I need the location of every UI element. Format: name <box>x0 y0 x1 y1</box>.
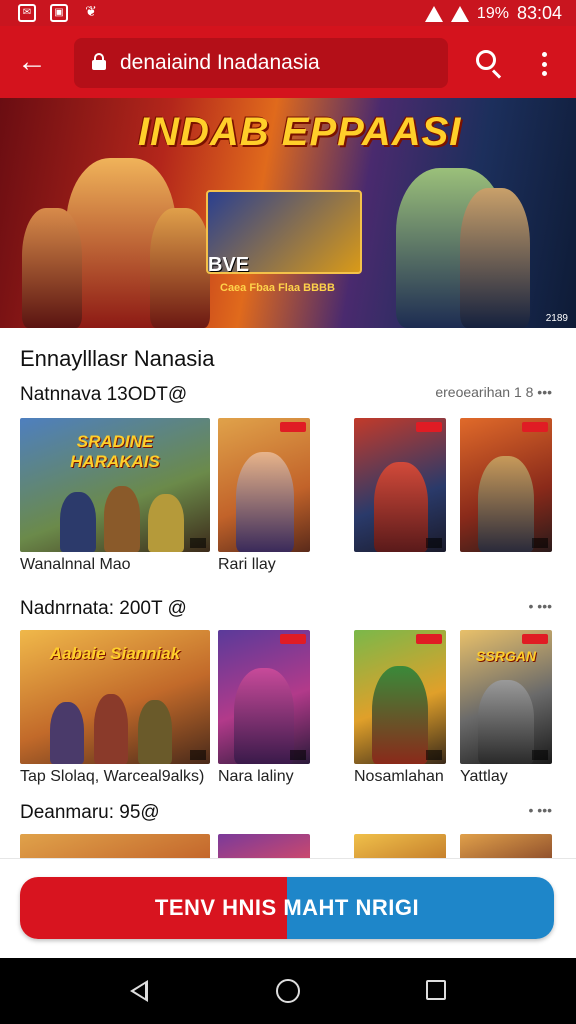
bottom-action-area: TENV HNIS MAHT NRIGI <box>0 858 576 958</box>
tile-badge <box>416 422 442 432</box>
banner-hero-right-2 <box>460 188 530 328</box>
tile-caption: Nosamlahan <box>354 768 444 785</box>
row-title: Deanmaru: 95@ <box>20 802 160 823</box>
game-tile[interactable] <box>460 418 552 552</box>
tile-logo: Aabaie Sianniak <box>49 644 181 663</box>
back-arrow-icon[interactable]: ← <box>16 46 48 78</box>
primary-cta-button[interactable]: TENV HNIS MAHT NRIGI <box>20 877 554 939</box>
battery-level: 19% <box>476 4 509 22</box>
notification-leaf-icon: ❦ <box>85 3 97 19</box>
row-title: Nadnrnata: 200T @ <box>20 598 187 619</box>
cta-label: TENV HNIS MAHT NRIGI <box>154 895 420 920</box>
overflow-menu-icon[interactable] <box>536 48 552 80</box>
tile-badge <box>522 634 548 644</box>
tile-figure <box>478 456 534 552</box>
banner-hero-left-2 <box>22 208 82 328</box>
tile-caption: Rari llay <box>218 556 276 573</box>
tile-figure <box>478 680 534 764</box>
tile-caption: Tap Slolaq, Warceal9alks) <box>20 768 205 785</box>
tile-figure <box>148 494 184 552</box>
url-text: denaiaind Inadanasia <box>120 51 320 74</box>
tile-figure <box>60 492 96 552</box>
signal-icon <box>450 5 469 22</box>
tile-badge <box>522 422 548 432</box>
tile-badge <box>280 422 306 432</box>
row-more-link[interactable]: • ••• <box>529 598 553 614</box>
game-tile[interactable] <box>218 630 310 764</box>
tile-stamp <box>426 750 442 760</box>
tile-stamp <box>426 538 442 548</box>
game-tile[interactable] <box>218 418 310 552</box>
tile-badge <box>416 634 442 644</box>
row-title: Natnnava 13ODT@ <box>20 384 188 405</box>
nav-recents-icon[interactable] <box>426 980 446 1000</box>
tile-stamp <box>290 750 306 760</box>
hero-banner[interactable]: INDAB EPPAASI BVE Caea Fbaa Flaa BBBB 21… <box>0 98 576 328</box>
notification-gallery-icon: ▣ <box>50 4 68 22</box>
tile-stamp <box>532 750 548 760</box>
tile-figure <box>236 452 294 552</box>
banner-caption: BVE <box>208 254 250 276</box>
status-bar: ✉ ▣ ❦ 19% 83:04 <box>0 0 576 26</box>
nav-back-icon[interactable] <box>130 980 148 1002</box>
tile-caption: Nara laliny <box>218 768 294 785</box>
notification-app-icon: ✉ <box>18 4 36 22</box>
tile-stamp <box>532 538 548 548</box>
banner-title: INDAB EPPAASI <box>138 110 462 154</box>
tile-stamp <box>190 750 206 760</box>
row-more-link[interactable]: ereoearihan 1 8 ••• <box>435 384 552 400</box>
tile-figure <box>94 694 128 764</box>
wifi-icon <box>424 5 443 22</box>
browser-toolbar: ← denaiaind Inadanasia <box>0 26 576 98</box>
game-tile[interactable] <box>354 418 446 552</box>
tile-badge <box>280 634 306 644</box>
tile-logo: SRADINE HARAKAIS <box>70 432 160 471</box>
game-tile[interactable]: Aabaie Sianniak <box>20 630 210 764</box>
tile-stamp <box>190 538 206 548</box>
game-tile[interactable] <box>354 630 446 764</box>
tile-figure <box>234 668 294 764</box>
url-bar[interactable]: denaiaind Inadanasia <box>74 38 448 88</box>
banner-corner-mark: 2189 <box>545 313 568 324</box>
row-more-link[interactable]: • ••• <box>529 802 553 818</box>
banner-subcaption: Caea Fbaa Flaa BBBB <box>220 282 335 294</box>
tile-caption: Yattlay <box>460 768 508 785</box>
clock: 83:04 <box>516 3 562 23</box>
tile-figure <box>50 702 84 764</box>
section-title: Ennaylllasr Nanasia <box>20 346 215 371</box>
nav-home-icon[interactable] <box>276 979 300 1003</box>
system-nav-bar <box>0 958 576 1024</box>
game-tile[interactable]: SSRGAN <box>460 630 552 764</box>
tile-figure <box>374 462 428 552</box>
search-icon[interactable] <box>474 50 504 80</box>
game-tile[interactable]: SRADINE HARAKAIS <box>20 418 210 552</box>
tile-logo: SSRGAN <box>476 648 536 664</box>
lock-icon <box>92 53 106 70</box>
tile-caption: Wanalnnal Mao <box>20 556 131 573</box>
tile-figure <box>138 700 172 764</box>
tile-figure <box>104 486 140 552</box>
tile-figure <box>372 666 428 764</box>
banner-hero-left-3 <box>150 208 210 328</box>
